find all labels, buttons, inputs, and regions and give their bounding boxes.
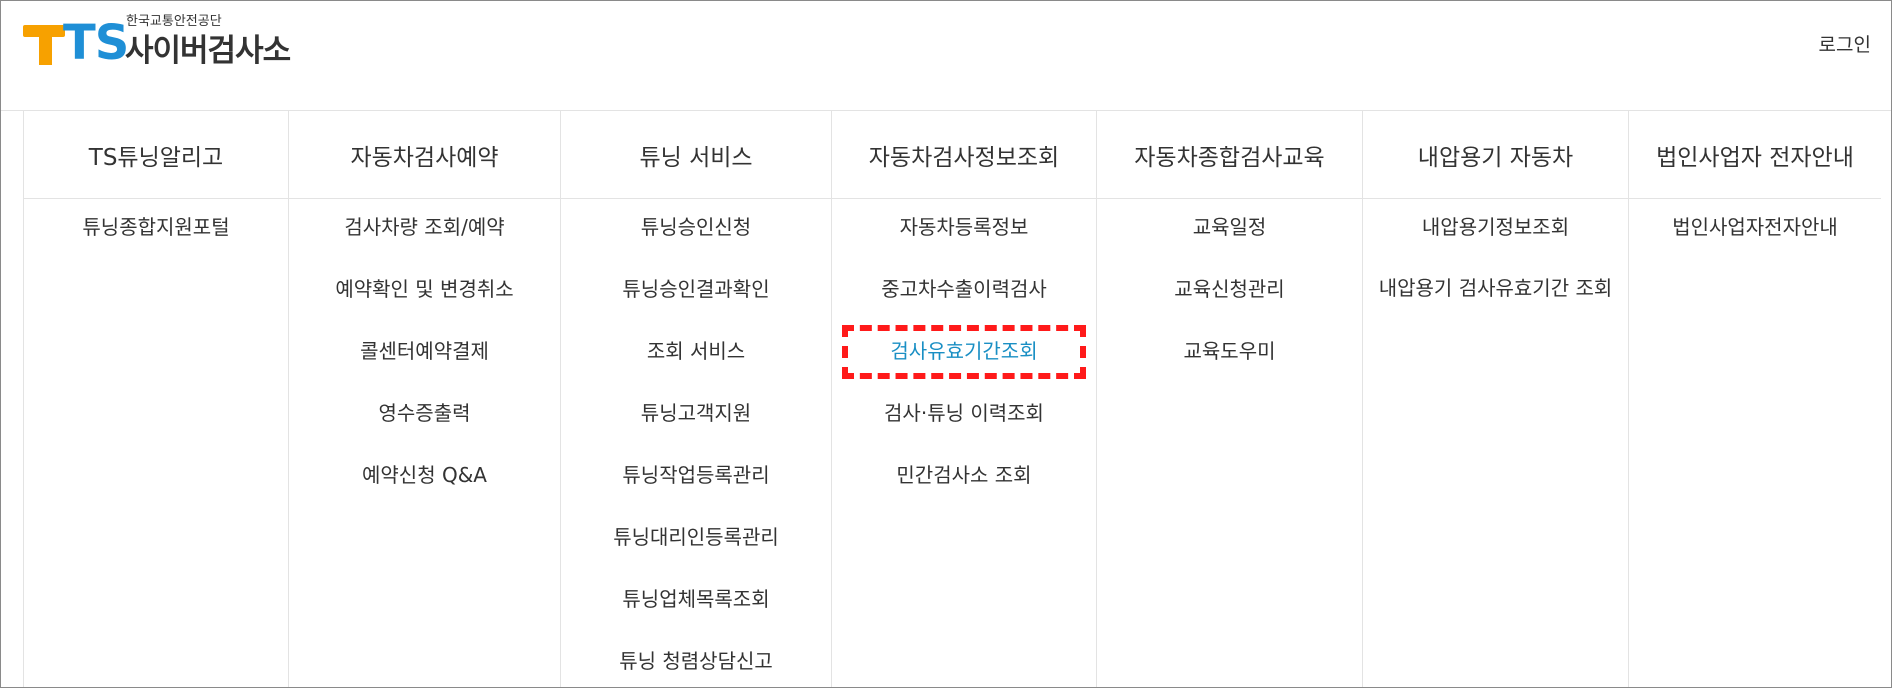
login-link[interactable]: 로그인 <box>1819 30 1871 57</box>
menu-item[interactable]: 검사·튜닝 이력조회 <box>832 387 1096 449</box>
menu-item-inspection-validity[interactable]: 검사유효기간조회 <box>832 325 1096 387</box>
menu-item[interactable]: 교육도우미 <box>1097 325 1362 387</box>
menu-item[interactable]: 튜닝승인신청 <box>561 201 831 263</box>
menu-column-education: 자동차종합검사교육 교육일정 교육신청관리 교육도우미 <box>1096 111 1362 687</box>
menu-column-inspection-booking: 자동차검사예약 검사차량 조회/예약 예약확인 및 변경취소 콜센터예약결제 영… <box>288 111 560 687</box>
highlight-box <box>842 325 1086 379</box>
menu-item[interactable]: 자동차등록정보 <box>832 201 1096 263</box>
menu-heading[interactable]: 내압용기 자동차 <box>1363 111 1628 199</box>
mega-menu: TS튜닝알리고 튜닝종합지원포털 자동차검사예약 검사차량 조회/예약 예약확인… <box>23 111 1881 687</box>
menu-heading[interactable]: 튜닝 서비스 <box>561 111 831 199</box>
ts-logo-letters: TS <box>63 15 129 71</box>
menu-item[interactable]: 튜닝 청렴상담신고 <box>561 635 831 687</box>
logo-text: 한국교통안전공단 사이버검사소 <box>125 13 291 71</box>
site-header: TS 한국교통안전공단 사이버검사소 로그인 <box>1 1 1891 111</box>
logo-title: 사이버검사소 <box>125 33 291 69</box>
menu-item[interactable]: 법인사업자전자안내 <box>1629 201 1881 263</box>
menu-item[interactable]: 튜닝대리인등록관리 <box>561 511 831 573</box>
menu-item[interactable]: 교육신청관리 <box>1097 263 1362 325</box>
menu-heading[interactable]: 자동차종합검사교육 <box>1097 111 1362 199</box>
menu-item[interactable]: 중고차수출이력검사 <box>832 263 1096 325</box>
menu-heading[interactable]: TS튜닝알리고 <box>24 111 288 199</box>
menu-item[interactable]: 튜닝고객지원 <box>561 387 831 449</box>
menu-item[interactable]: 예약확인 및 변경취소 <box>289 263 560 325</box>
menu-column-inspection-info: 자동차검사정보조회 자동차등록정보 중고차수출이력검사 검사유효기간조회 검사·… <box>831 111 1096 687</box>
menu-item[interactable]: 민간검사소 조회 <box>832 449 1096 511</box>
window-frame: TS 한국교통안전공단 사이버검사소 로그인 TS튜닝알리고 튜닝종합지원포털 … <box>0 0 1892 688</box>
menu-item[interactable]: 튜닝작업등록관리 <box>561 449 831 511</box>
menu-item[interactable]: 콜센터예약결제 <box>289 325 560 387</box>
menu-heading[interactable]: 자동차검사정보조회 <box>832 111 1096 199</box>
site-logo[interactable]: TS 한국교통안전공단 사이버검사소 <box>23 13 291 75</box>
menu-item[interactable]: 검사차량 조회/예약 <box>289 201 560 263</box>
menu-column-tuning-service: 튜닝 서비스 튜닝승인신청 튜닝승인결과확인 조회 서비스 튜닝고객지원 튜닝작… <box>560 111 831 687</box>
menu-heading[interactable]: 자동차검사예약 <box>289 111 560 199</box>
menu-item[interactable]: 조회 서비스 <box>561 325 831 387</box>
menu-item[interactable]: 내압용기 검사유효기간 조회 <box>1363 263 1628 327</box>
menu-item[interactable]: 교육일정 <box>1097 201 1362 263</box>
logo-subtitle: 한국교통안전공단 <box>126 14 222 29</box>
menu-column-pressure-vessel: 내압용기 자동차 내압용기정보조회 내압용기 검사유효기간 조회 <box>1362 111 1628 687</box>
menu-item[interactable]: 예약신청 Q&A <box>289 449 560 511</box>
menu-column-corporate-notice: 법인사업자 전자안내 법인사업자전자안내 <box>1628 111 1881 687</box>
menu-item[interactable]: 영수증출력 <box>289 387 560 449</box>
menu-item[interactable]: 튜닝업체목록조회 <box>561 573 831 635</box>
menu-heading[interactable]: 법인사업자 전자안내 <box>1629 111 1881 199</box>
menu-item[interactable]: 튜닝종합지원포털 <box>24 201 288 263</box>
menu-item[interactable]: 튜닝승인결과확인 <box>561 263 831 325</box>
ts-logo-mark: TS <box>23 17 129 75</box>
menu-item[interactable]: 내압용기정보조회 <box>1363 201 1628 263</box>
menu-column-ts-tuning: TS튜닝알리고 튜닝종합지원포털 <box>23 111 288 687</box>
